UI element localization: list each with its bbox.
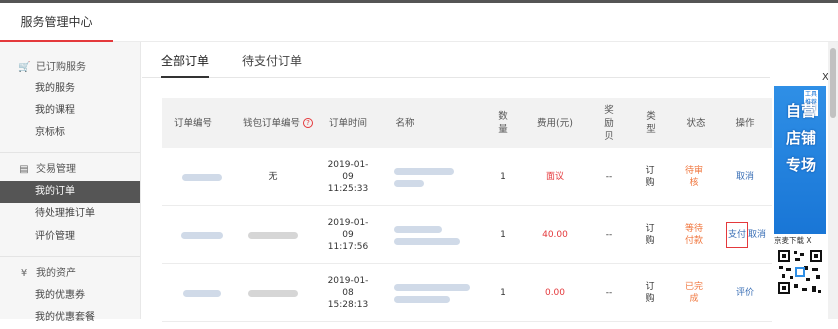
page-title[interactable]: 服务管理中心 (0, 3, 113, 42)
cost-cell: 0.00 (544, 288, 566, 298)
action-cell: 支付 取消 (724, 206, 768, 264)
review-button[interactable]: 评价 (736, 287, 754, 299)
sidebar-item-my-courses[interactable]: 我的课程 (0, 100, 140, 122)
sidebar-item-my-orders[interactable]: 我的订单 (0, 181, 140, 203)
order-no-cell (172, 206, 232, 264)
col-bonus: 奖励贝 (604, 104, 614, 142)
sidebar-item-jingbiaobiao[interactable]: 京标标 (0, 122, 140, 144)
type-cell: 订购 (645, 166, 655, 188)
wallet-no-cell (246, 206, 300, 264)
table-row: 无 2019-01-09 11:25:33 1 面议 -- 订购 待审核 取消 (162, 148, 772, 206)
sidebar-divider (0, 152, 140, 153)
sidebar-item-my-coupons[interactable]: 我的优惠券 (0, 285, 140, 307)
col-cost: 费用(元) (537, 117, 573, 129)
product-name-link[interactable] (394, 206, 478, 264)
bonus-cell: -- (605, 172, 613, 182)
redacted-text (248, 289, 298, 297)
action-cell: 取消 (728, 148, 762, 206)
order-time-cell: 2019-01-09 11:25:33 (327, 160, 369, 194)
quantity-cell: 1 (500, 230, 506, 240)
product-name-link[interactable] (394, 264, 478, 322)
sidebar-item-my-services[interactable]: 我的服务 (0, 78, 140, 100)
type-cell: 订购 (645, 282, 655, 304)
col-type: 类型 (646, 111, 656, 135)
col-name: 名称 (395, 117, 415, 129)
sidebar-item-review-management[interactable]: 评价管理 (0, 226, 140, 248)
status-badge: 等待付款 (684, 224, 703, 246)
scrollbar-thumb[interactable] (830, 48, 836, 118)
product-name-link[interactable] (394, 148, 478, 206)
col-order-time: 订单时间 (328, 117, 367, 129)
sidebar-divider (0, 256, 140, 257)
top-bar: 服务管理中心 (0, 0, 838, 42)
cost-cell: 面议 (545, 172, 564, 182)
ad-banner[interactable]: 工具推荐 自营店铺专场 (774, 86, 826, 234)
redacted-text (181, 231, 223, 239)
tab-all-orders[interactable]: 全部订单 (161, 52, 210, 78)
sidebar-group-purchased: 🛒 已订购服务 (18, 60, 86, 76)
order-time-cell: 2019-01-08 15:28:13 (327, 276, 369, 310)
col-order-no: 订单编号 (173, 117, 212, 129)
col-status: 状态 (686, 117, 706, 129)
order-time-cell: 2019-01-09 11:17:56 (327, 218, 369, 252)
close-icon[interactable]: X (806, 236, 811, 245)
col-quantity: 数量 (498, 111, 508, 135)
qr-code-icon (776, 248, 824, 296)
action-cell: 评价 (728, 264, 762, 322)
document-icon: ▤ (19, 164, 29, 175)
sidebar-item-my-packages[interactable]: 我的优惠套餐 (0, 307, 140, 329)
redacted-text (248, 231, 298, 239)
order-no-cell (172, 264, 232, 322)
sidebar-group-trade: ▤ 交易管理 (18, 162, 76, 178)
col-action: 操作 (735, 117, 755, 129)
cancel-button[interactable]: 取消 (736, 171, 754, 183)
sidebar-item-pending-orders[interactable]: 待处理推订单 (0, 203, 140, 225)
help-icon[interactable]: ? (303, 118, 313, 128)
quantity-cell: 1 (500, 288, 506, 298)
bonus-cell: -- (605, 230, 613, 240)
ad-headline: 自营店铺专场 (785, 102, 816, 174)
download-label[interactable]: 京麦下载 X (774, 236, 826, 246)
order-no-cell (172, 148, 232, 206)
yen-icon: ¥ (20, 268, 28, 279)
sidebar-group-assets: ¥ 我的资产 (18, 266, 76, 282)
redacted-text (183, 289, 221, 297)
quantity-cell: 1 (500, 172, 506, 182)
order-tabs: 全部订单 待支付订单 (142, 42, 770, 78)
type-cell: 订购 (645, 224, 655, 246)
sidebar: 🛒 已订购服务 我的服务 我的课程 京标标 ▤ 交易管理 我的订单 待处理推订单 评… (0, 42, 141, 323)
wallet-no-cell (246, 264, 300, 322)
status-badge: 待审核 (684, 166, 703, 188)
table-row: 2019-01-08 15:28:13 1 0.00 -- 订购 已完成 评价 (162, 264, 772, 322)
side-ad[interactable]: 工具推荐 自营店铺专场 京麦下载 X (774, 86, 826, 319)
cancel-button[interactable]: 取消 (748, 229, 766, 241)
col-wallet-order-no: 钱包订单编号? (234, 98, 322, 148)
cost-cell: 40.00 (542, 230, 568, 240)
bonus-cell: -- (605, 288, 613, 298)
cart-icon: 🛒 (18, 62, 31, 73)
table-header: 订单编号 钱包订单编号? 订单时间 名称 数量 费用(元) 奖励贝 类型 状态 … (162, 98, 772, 148)
status-badge: 已完成 (684, 282, 703, 304)
tab-pending-payment[interactable]: 待支付订单 (242, 52, 302, 78)
pay-button[interactable]: 支付 (725, 222, 748, 248)
wallet-no-cell: 无 (268, 172, 278, 182)
table-row: 2019-01-09 11:17:56 1 40.00 -- 订购 等待付款 支… (162, 206, 772, 264)
redacted-text (182, 173, 222, 181)
